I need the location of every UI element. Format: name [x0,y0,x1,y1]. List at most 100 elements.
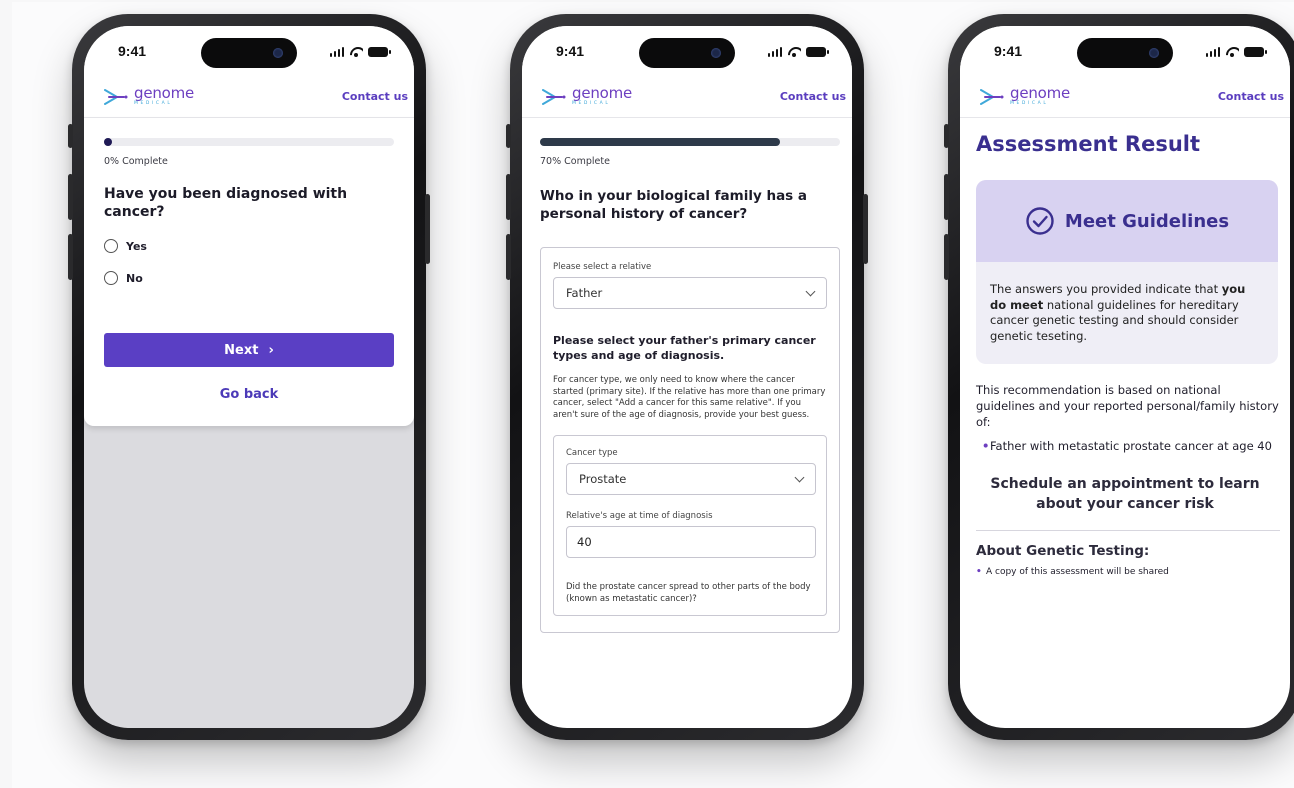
progress-indicator [104,138,112,146]
app-header: genome MEDICAL Contact us [960,76,1290,118]
option-yes[interactable]: Yes [104,239,394,253]
next-button[interactable]: Next › [104,333,394,367]
result-card: Meet Guidelines The answers you provided… [976,180,1278,364]
status-icons [767,46,829,57]
brand-logo[interactable]: genome MEDICAL [980,86,1070,107]
contact-us-link[interactable]: Contact us [780,90,846,103]
brand-subtitle: MEDICAL [1010,101,1049,107]
question-card: 0% Complete Have you been diagnosed with… [84,118,414,426]
contact-us-link[interactable]: Contact us [1218,90,1284,103]
question-text: Who in your biological family has a pers… [540,188,808,222]
next-label: Next [224,342,259,358]
result-text-start: The answers you provided indicate that [990,282,1222,296]
brand-name: genome [1010,84,1071,103]
volume-down-button [944,234,949,280]
phone-2: 9:41 genome MEDICAL Contact us 70% Compl… [506,14,868,740]
showcase-background: 9:41 genome MEDICAL Contact us 0% Comple… [12,2,1294,788]
phone-1: 9:41 genome MEDICAL Contact us 0% Comple… [68,14,430,740]
metastatic-question: Did the prostate cancer spread to other … [566,582,811,604]
wifi-icon [349,46,363,57]
relative-form: Please select a relative Father Please s… [540,247,840,633]
wifi-icon [787,46,801,57]
app-header: genome MEDICAL Contact us [84,76,414,118]
power-button [863,194,868,264]
age-label: Relative's age at time of diagnosis [566,511,713,521]
check-circle-icon [1026,207,1054,235]
cancer-type-label: Cancer type [566,448,618,458]
app-header: genome MEDICAL Contact us [522,76,852,118]
status-time: 9:41 [556,43,585,59]
relative-select[interactable]: Father [553,277,827,309]
genome-logo-icon [980,88,1004,105]
history-item-text: Father with metastatic prostate cancer a… [990,439,1272,453]
progress-label: 0% Complete [104,156,168,167]
brand-subtitle: MEDICAL [134,101,173,107]
progress-bar [540,138,840,146]
go-back-link[interactable]: Go back [104,387,394,402]
section-divider [976,530,1280,531]
progress-fill [540,138,780,146]
screen-2: 9:41 genome MEDICAL Contact us 70% Compl… [522,26,852,728]
brand-name: genome [572,84,633,103]
cancer-type-value: Prostate [579,472,627,486]
cancer-entry: Cancer type Prostate Relative's age at t… [553,435,827,616]
dynamic-island [201,38,297,68]
signal-icon [329,46,344,57]
dynamic-island [639,38,735,68]
about-item-text: A copy of this assessment will be shared [986,567,1169,577]
page-title: Assessment Result [976,132,1201,156]
status-time: 9:41 [118,43,147,59]
status-icons [1205,46,1267,57]
power-button [425,194,430,264]
result-status: Meet Guidelines [1064,210,1230,232]
screen-1: 9:41 genome MEDICAL Contact us 0% Comple… [84,26,414,728]
volume-up-button [68,174,73,220]
volume-up-button [944,174,949,220]
help-text: For cancer type, we only need to know wh… [553,375,826,420]
genome-logo-icon [542,88,566,105]
mute-switch [944,124,949,148]
option-label: No [126,271,143,285]
progress-bar [104,138,394,146]
mute-switch [506,124,511,148]
brand-logo[interactable]: genome MEDICAL [104,86,194,107]
result-explanation: The answers you provided indicate that y… [976,262,1278,364]
history-list-item: • Father with metastatic prostate cancer… [960,438,1290,454]
relative-select-label: Please select a relative [553,262,652,272]
status-time: 9:41 [994,43,1023,59]
volume-up-button [506,174,511,220]
age-input[interactable]: 40 [566,526,816,558]
brand-subtitle: MEDICAL [572,101,611,107]
battery-icon [1244,46,1267,57]
cancer-types-question: Please select your father's primary canc… [553,334,816,362]
question-text: Have you been diagnosed with cancer? [104,186,348,220]
mute-switch [68,124,73,148]
phone-3: 9:41 genome MEDICAL Contact us Assessmen… [944,14,1294,740]
brand-logo[interactable]: genome MEDICAL [542,86,632,107]
chevron-down-icon [794,472,805,482]
schedule-appointment-link[interactable]: Schedule an appointment to learn about y… [960,474,1290,514]
progress-label: 70% Complete [540,156,610,167]
screen-3: 9:41 genome MEDICAL Contact us Assessmen… [960,26,1290,728]
radio-button[interactable] [104,271,118,285]
cancer-type-select[interactable]: Prostate [566,463,816,495]
brand-name: genome [134,84,195,103]
option-label: Yes [126,239,147,253]
battery-icon [806,46,829,57]
status-bar: 9:41 [84,26,414,76]
relative-select-value: Father [566,286,603,300]
radio-button[interactable] [104,239,118,253]
bullet-icon: • [976,567,982,577]
option-no[interactable]: No [104,271,394,285]
volume-down-button [68,234,73,280]
wifi-icon [1225,46,1239,57]
result-body: Assessment Result Meet Guidelines The an… [960,118,1290,577]
contact-us-link[interactable]: Contact us [342,90,408,103]
result-status-header: Meet Guidelines [976,180,1278,262]
volume-down-button [506,234,511,280]
about-list-item: • A copy of this assessment will be shar… [960,567,1290,577]
dynamic-island [1077,38,1173,68]
status-bar: 9:41 [960,26,1290,76]
status-bar: 9:41 [522,26,852,76]
form-body: 70% Complete Who in your biological fami… [522,118,852,633]
